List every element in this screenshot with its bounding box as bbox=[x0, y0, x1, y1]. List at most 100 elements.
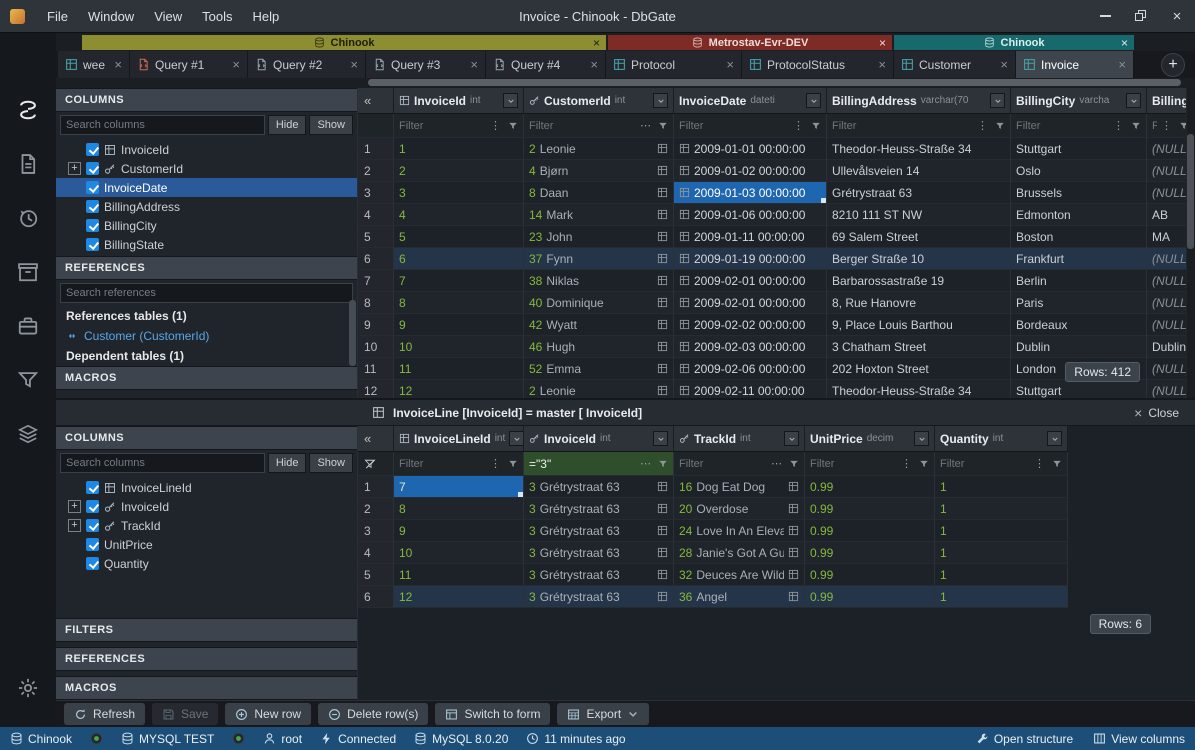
cell-invoicedate[interactable]: 2009-02-11 00:00:00 bbox=[674, 380, 827, 398]
vertical-scrollbar[interactable] bbox=[1186, 88, 1195, 398]
save-button[interactable]: Save bbox=[152, 703, 218, 725]
cell-customerid[interactable]: 2Leonie bbox=[524, 138, 674, 160]
cell-invoiceid[interactable]: 3Grétrystraat 63 bbox=[524, 498, 674, 520]
tab-group-chinook-2[interactable]: Chinook× bbox=[894, 35, 1134, 50]
new-tab-button[interactable]: + bbox=[1161, 53, 1185, 77]
column-header-customerid[interactable]: CustomerIdint bbox=[524, 88, 674, 114]
filters-section-header[interactable]: FILTERS bbox=[56, 618, 357, 642]
column-dropdown-icon[interactable] bbox=[784, 431, 799, 446]
row-number[interactable]: 10 bbox=[358, 336, 394, 358]
filter-menu-icon[interactable]: ⋮ bbox=[1113, 119, 1125, 132]
column-item-billingstate[interactable]: BillingState bbox=[56, 235, 357, 254]
row-number[interactable]: 3 bbox=[358, 520, 394, 542]
cell-billingaddress[interactable]: Theodor-Heuss-Straße 34 bbox=[827, 138, 1011, 160]
row-number[interactable]: 5 bbox=[358, 564, 394, 586]
checkbox-checked[interactable] bbox=[86, 481, 99, 494]
checkbox-checked[interactable] bbox=[86, 538, 99, 551]
cell-unitprice[interactable]: 0.99 bbox=[805, 476, 935, 498]
cell-trackid[interactable]: 20Overdose bbox=[674, 498, 805, 520]
filter-menu-icon[interactable]: ⋮ bbox=[490, 119, 502, 132]
cell-billingaddress[interactable]: 8, Rue Hanovre bbox=[827, 292, 1011, 314]
cell-quantity[interactable]: 1 bbox=[935, 498, 1068, 520]
expand-icon[interactable]: + bbox=[68, 500, 81, 513]
row-number[interactable]: 8 bbox=[358, 292, 394, 314]
cell-invoiceid[interactable]: 10 bbox=[394, 336, 524, 358]
cell-invoiceid[interactable]: 4 bbox=[394, 204, 524, 226]
column-dropdown-icon[interactable] bbox=[806, 93, 821, 108]
cell-invoiceid[interactable]: 3Grétrystraat 63 bbox=[524, 542, 674, 564]
tab-group-metrostav-evr-dev-1[interactable]: Metrostav-Evr-DEV× bbox=[608, 35, 892, 50]
column-dropdown-icon[interactable] bbox=[990, 93, 1005, 108]
cell-invoiceid[interactable]: 9 bbox=[394, 314, 524, 336]
status-connected[interactable]: Connected bbox=[320, 732, 396, 746]
export-button[interactable]: Export bbox=[557, 703, 649, 725]
cell-invoicedate[interactable]: 2009-02-03 00:00:00 bbox=[674, 336, 827, 358]
cell-invoiceid[interactable]: 3 bbox=[394, 182, 524, 204]
expand-icon[interactable]: + bbox=[68, 162, 81, 175]
cell-billingcity[interactable]: Dublin bbox=[1011, 336, 1147, 358]
status-indicator[interactable] bbox=[232, 732, 245, 745]
tab-group-chinook-0[interactable]: Chinook× bbox=[82, 35, 606, 50]
column-header-billingcity[interactable]: BillingCityvarcha bbox=[1011, 88, 1147, 114]
cell-invoicelineid[interactable]: 10 bbox=[394, 542, 524, 564]
checkbox-checked[interactable] bbox=[86, 181, 99, 194]
archive-icon[interactable] bbox=[0, 245, 56, 299]
column-header-quantity[interactable]: Quantityint bbox=[935, 426, 1068, 452]
cell-billingaddress[interactable]: 202 Hoxton Street bbox=[827, 358, 1011, 380]
cell-billingcity[interactable]: Stuttgart bbox=[1011, 138, 1147, 160]
tab-query-2[interactable]: Query #2× bbox=[248, 51, 366, 78]
cell-billingaddress[interactable]: Berger Straße 10 bbox=[827, 248, 1011, 270]
status-chinook[interactable]: Chinook bbox=[10, 732, 72, 746]
cell-quantity[interactable]: 1 bbox=[935, 542, 1068, 564]
cell-customerid[interactable]: 46Hugh bbox=[524, 336, 674, 358]
status-indicator[interactable] bbox=[90, 732, 103, 745]
filter-menu-icon[interactable]: ⋮ bbox=[1161, 119, 1173, 132]
checkbox-checked[interactable] bbox=[86, 519, 99, 532]
menu-file[interactable]: File bbox=[37, 6, 78, 27]
cell-invoiceid[interactable]: 3Grétrystraat 63 bbox=[524, 520, 674, 542]
macros-section-header[interactable]: MACROS bbox=[56, 366, 357, 390]
close-tab-icon[interactable]: × bbox=[350, 57, 358, 72]
dbgate-logo-icon[interactable] bbox=[0, 83, 56, 137]
row-number[interactable]: 12 bbox=[358, 380, 394, 398]
maximize-button[interactable] bbox=[1123, 3, 1159, 29]
column-item-unitprice[interactable]: UnitPrice bbox=[56, 535, 357, 554]
column-header-billingaddress[interactable]: BillingAddressvarchar(70 bbox=[827, 88, 1011, 114]
tab-protocolstatus[interactable]: ProtocolStatus× bbox=[742, 51, 894, 78]
cell-quantity[interactable]: 1 bbox=[935, 520, 1068, 542]
tab-protocol[interactable]: Protocol× bbox=[606, 51, 742, 78]
cell-invoicelineid[interactable]: 11 bbox=[394, 564, 524, 586]
cell-unitprice[interactable]: 0.99 bbox=[805, 586, 935, 608]
filter-billingcity[interactable]: Filter⋮ bbox=[1011, 114, 1147, 138]
row-number[interactable]: 9 bbox=[358, 314, 394, 336]
row-number[interactable]: 5 bbox=[358, 226, 394, 248]
close-tab-icon[interactable]: × bbox=[470, 57, 478, 72]
cell-invoiceid[interactable]: 3Grétrystraat 63 bbox=[524, 586, 674, 608]
cell-quantity[interactable]: 1 bbox=[935, 476, 1068, 498]
row-number[interactable]: 1 bbox=[358, 138, 394, 160]
refresh-button[interactable]: Refresh bbox=[64, 703, 145, 725]
status-mysql-8-0-20[interactable]: MySQL 8.0.20 bbox=[414, 732, 508, 746]
cell-invoiceid[interactable]: 3Grétrystraat 63 bbox=[524, 564, 674, 586]
cell-trackid[interactable]: 24Love In An Elevator bbox=[674, 520, 805, 542]
cell-invoiceid[interactable]: 11 bbox=[394, 358, 524, 380]
status-open-structure[interactable]: Open structure bbox=[976, 732, 1073, 746]
filter-menu-icon[interactable]: ⋮ bbox=[1034, 457, 1046, 470]
cell-invoicedate[interactable]: 2009-02-02 00:00:00 bbox=[674, 314, 827, 336]
cell-billingaddress[interactable]: 8210 111 ST NW bbox=[827, 204, 1011, 226]
filter-menu-icon[interactable]: ⋯ bbox=[771, 457, 783, 470]
expand-icon[interactable]: + bbox=[68, 519, 81, 532]
macros-section-header[interactable]: MACROS bbox=[56, 676, 357, 700]
column-header-unitprice[interactable]: UnitPricedecim bbox=[805, 426, 935, 452]
filter-invoicelineid[interactable]: Filter⋮ bbox=[394, 452, 524, 476]
horizontal-scrollbar-thumb[interactable] bbox=[368, 79, 1181, 86]
close-tab-icon[interactable]: × bbox=[590, 57, 598, 72]
column-dropdown-icon[interactable] bbox=[1047, 431, 1062, 446]
columns-section-header[interactable]: COLUMNS bbox=[56, 426, 357, 450]
cell-trackid[interactable]: 28Janie's Got A Gun bbox=[674, 542, 805, 564]
cell-billingcity[interactable]: Frankfurt bbox=[1011, 248, 1147, 270]
minimize-button[interactable] bbox=[1087, 3, 1123, 29]
cell-billingaddress[interactable]: Grétrystraat 63 bbox=[827, 182, 1011, 204]
tab-query-1[interactable]: Query #1× bbox=[130, 51, 248, 78]
cell-customerid[interactable]: 14Mark bbox=[524, 204, 674, 226]
